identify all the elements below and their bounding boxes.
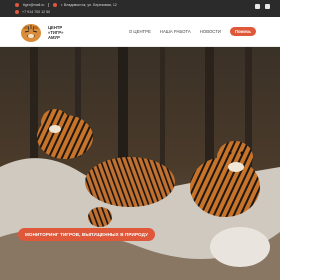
hero-banner: МОНИТОРИНГ ТИГРОВ, ВЫПУЩЕННЫХ В ПРИРОДУ [0, 47, 280, 280]
nav-our-work[interactable]: НАША РАБОТА [160, 29, 191, 34]
hero-cta-button[interactable]: МОНИТОРИНГ ТИГРОВ, ВЫПУЩЕННЫХ В ПРИРОДУ [18, 228, 156, 241]
logo-text: ЦЕНТР «ТИГР» АМУР [48, 25, 64, 40]
vk-icon[interactable] [255, 4, 260, 9]
contact-address: г. Владивосток, ул. Березовая, 12 [61, 3, 117, 7]
divider [48, 3, 50, 7]
nav-news[interactable]: НОВОСТИ [200, 29, 221, 34]
contact-row: tiger@mail.ru г. Владивосток, ул. Березо… [15, 3, 117, 7]
social-links [255, 4, 270, 9]
ok-icon[interactable] [265, 4, 270, 9]
hero-image [0, 47, 280, 280]
location-icon [53, 3, 58, 7]
nav-about[interactable]: О ЦЕНТРЕ [129, 29, 151, 34]
help-button[interactable]: Помочь [229, 27, 256, 36]
site-logo[interactable] [18, 20, 45, 44]
main-nav: О ЦЕНТРЕ НАША РАБОТА НОВОСТИ Помочь [129, 27, 256, 36]
mail-icon [15, 3, 19, 7]
contact-phone[interactable]: +7 914 700 12 50 [22, 10, 50, 14]
top-info-bar: tiger@mail.ru г. Владивосток, ул. Березо… [0, 0, 280, 17]
phone-row: +7 914 700 12 50 [15, 10, 50, 14]
contact-email[interactable]: tiger@mail.ru [23, 3, 44, 7]
site-header: ЦЕНТР «ТИГР» АМУР О ЦЕНТРЕ НАША РАБОТА Н… [0, 17, 280, 47]
phone-icon [15, 10, 19, 14]
